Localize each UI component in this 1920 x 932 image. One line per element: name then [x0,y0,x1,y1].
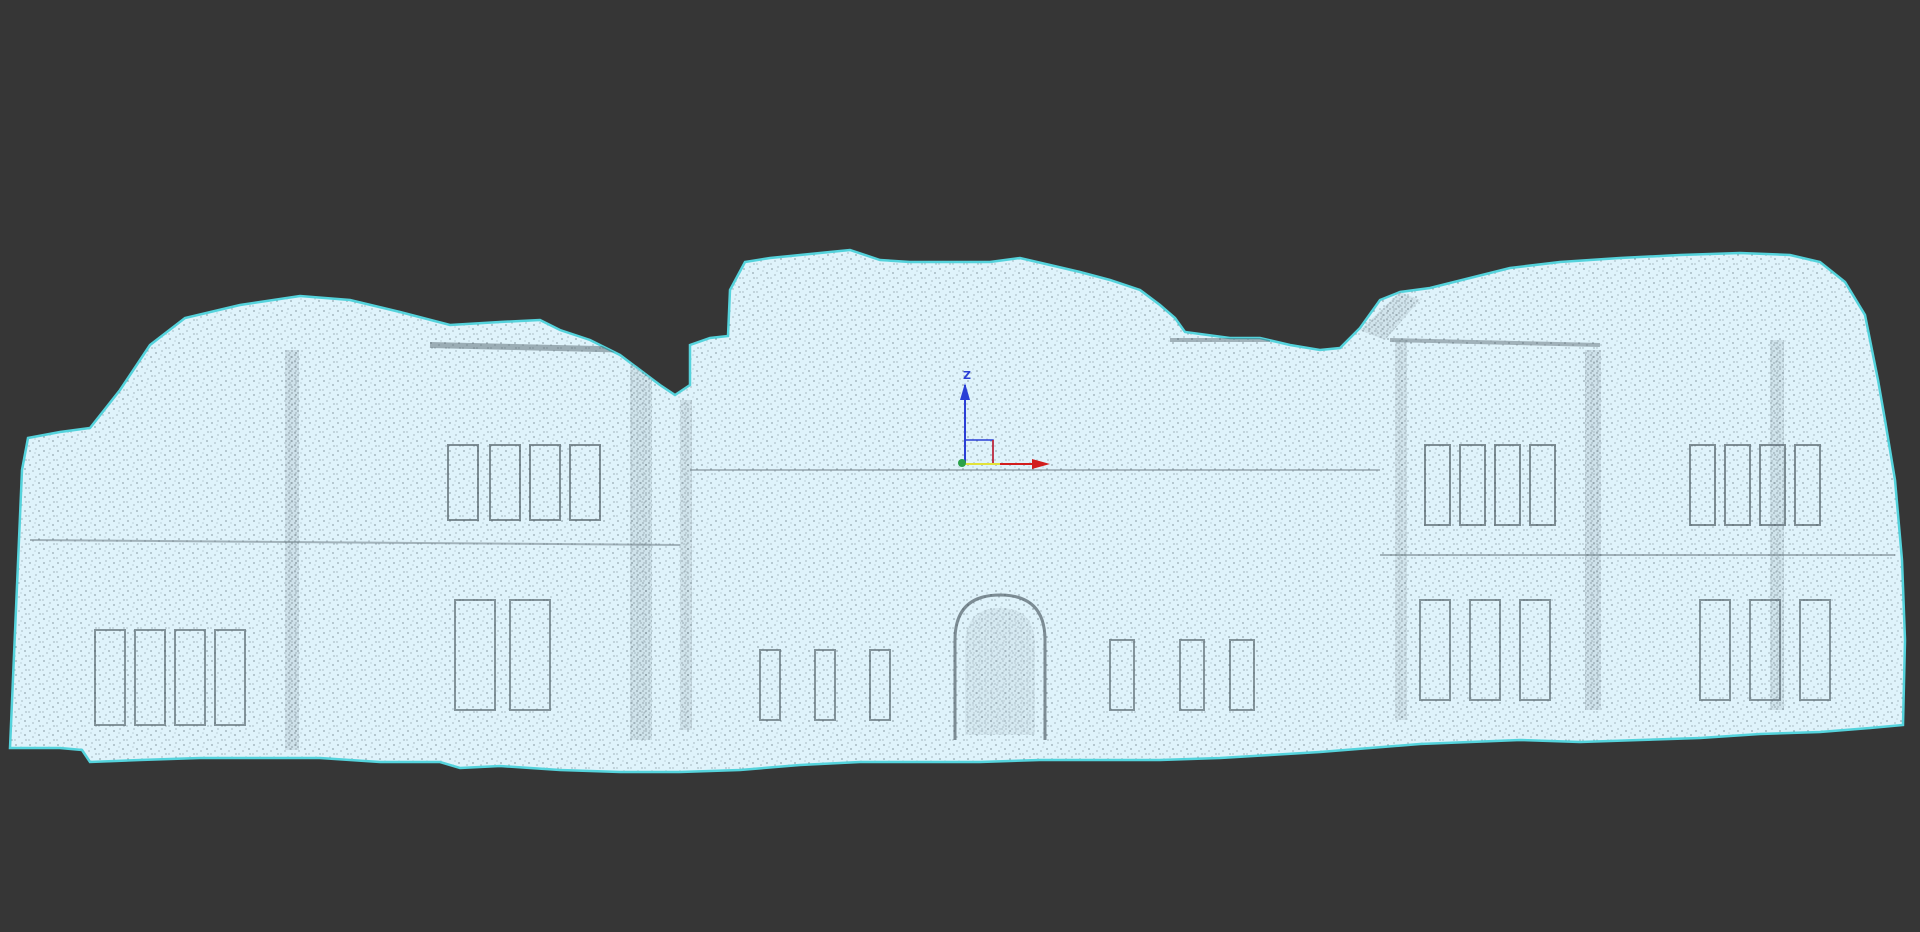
axis-gizmo-graphic [958,383,1050,469]
z-axis-label: Z [963,369,971,382]
axis-gizmo[interactable]: Z [940,365,1070,485]
3d-viewport[interactable]: Z [0,0,1920,932]
